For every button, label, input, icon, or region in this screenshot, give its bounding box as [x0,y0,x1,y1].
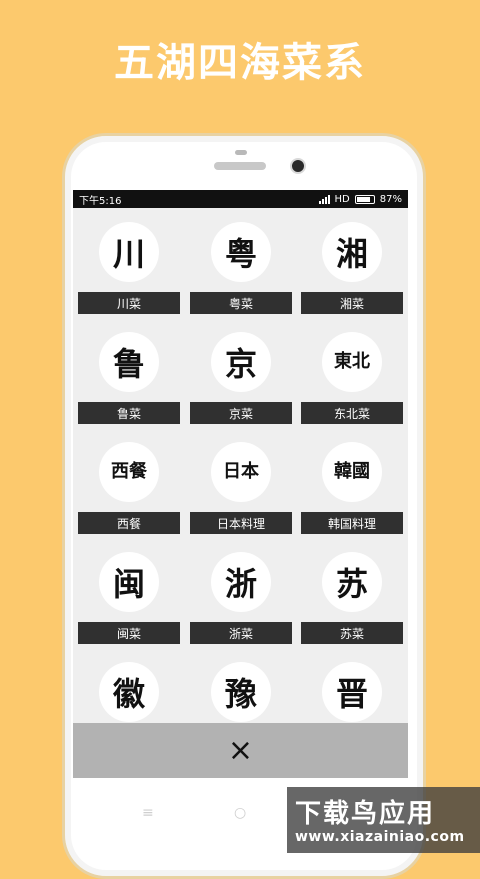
cuisine-label: 京菜 [190,402,292,424]
cuisine-tile[interactable]: 闽闽菜 [78,538,180,644]
signal-icon [318,194,330,204]
cuisine-tile[interactable]: 日本 日本料理 [190,428,292,534]
cuisine-tile[interactable]: 豫 [190,648,292,723]
cuisine-label: 韩国料理 [301,512,403,534]
headline: 五湖四海菜系 [114,40,366,86]
cuisine-label: 日本料理 [190,512,292,534]
cuisine-emblem: 川 [99,222,159,282]
cuisine-label: 川菜 [78,292,180,314]
cuisine-label: 东北菜 [301,402,403,424]
cuisine-tile[interactable]: 鲁鲁菜 [78,318,180,424]
cuisine-label: 闽菜 [78,622,180,644]
phone-speaker [235,150,247,155]
close-icon: × [227,733,254,768]
cuisine-label: 鲁菜 [78,402,180,424]
watermark-title: 下载鸟应用 [295,799,436,829]
status-time: 下午5:16 [79,195,122,207]
cuisine-grid: 川川菜粤粤菜湘湘菜鲁鲁菜京京菜 東北 东北菜 西餐 西餐 日本 日本料理 韓國 韩国料理闽闽菜浙… [73,208,408,723]
cuisine-tile[interactable]: 苏苏菜 [301,538,403,644]
cuisine-tile[interactable]: 西餐 西餐 [78,428,180,534]
cuisine-emblem: 鲁 [99,332,159,392]
cuisine-emblem: 京 [211,332,271,392]
home-key-icon[interactable]: ○ [234,805,246,821]
cuisine-tile[interactable]: 徽 [78,648,180,723]
cuisine-tile[interactable]: 京京菜 [190,318,292,424]
cuisine-tile[interactable]: 東北 东北菜 [301,318,403,424]
menu-key-icon[interactable]: ≡ [142,805,154,821]
cuisine-tile[interactable]: 川川菜 [78,208,180,314]
cuisine-emblem: 苏 [322,552,382,612]
cuisine-tile[interactable]: 浙浙菜 [190,538,292,644]
cuisine-label: 粤菜 [190,292,292,314]
cuisine-emblem: 西餐 [99,442,159,502]
cuisine-emblem: 豫 [211,662,271,722]
cuisine-emblem: 韓國 [322,442,382,502]
phone-speaker-grill [214,162,266,170]
cuisine-emblem: 闽 [99,552,159,612]
status-battery: 87% [379,193,402,205]
cuisine-label: 浙菜 [190,622,292,644]
phone-camera-icon [290,158,306,174]
battery-icon [354,194,375,204]
cuisine-emblem: 東北 [322,332,382,392]
phone-screen: 下午5:16 HD 87% 川川菜粤粤菜湘湘菜鲁鲁菜京京菜 東北 东北菜 西餐 西餐 日本… [73,190,408,778]
cuisine-label: 苏菜 [301,622,403,644]
watermark-url: www.xiazainiao.com [295,829,465,845]
cuisine-emblem: 浙 [211,552,271,612]
cuisine-label: 湘菜 [301,292,403,314]
cuisine-emblem: 晋 [322,662,382,722]
watermark: 下载鸟应用 www.xiazainiao.com [287,787,480,853]
status-network: HD [334,193,350,205]
cuisine-emblem: 湘 [322,222,382,282]
status-right: HD 87% [318,193,402,205]
cuisine-label: 西餐 [78,512,180,534]
status-bar: 下午5:16 HD 87% [73,190,408,208]
cuisine-tile[interactable]: 韓國 韩国料理 [301,428,403,534]
cuisine-tile[interactable]: 晋 [301,648,403,723]
cuisine-tile[interactable]: 湘湘菜 [301,208,403,314]
cuisine-tile[interactable]: 粤粤菜 [190,208,292,314]
close-button[interactable]: × [73,723,408,778]
cuisine-emblem: 徽 [99,662,159,722]
cuisine-emblem: 日本 [211,442,271,502]
cuisine-emblem: 粤 [211,222,271,282]
